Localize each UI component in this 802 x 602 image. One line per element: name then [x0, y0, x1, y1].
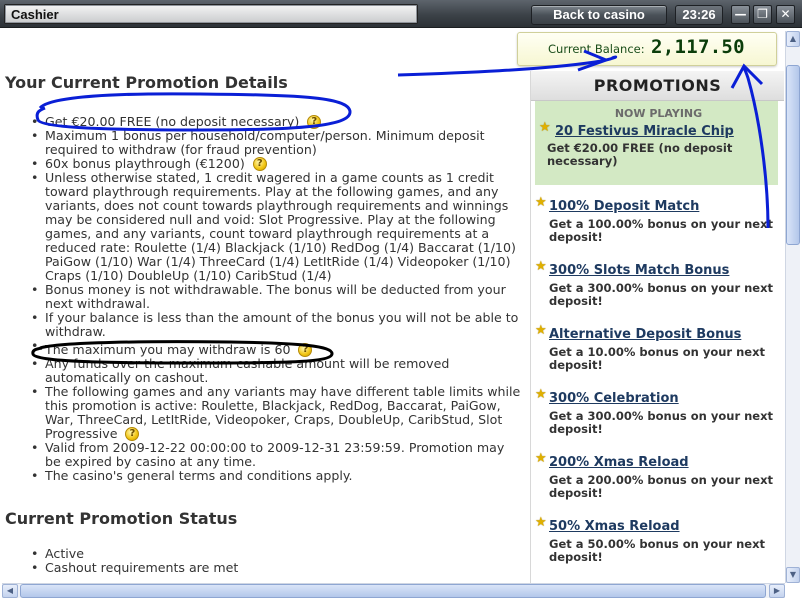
promotion-status-list: Active Cashout requirements are met: [2, 547, 522, 576]
help-icon[interactable]: ?: [252, 157, 267, 171]
promotion-details-list: Get €20.00 FREE (no deposit necessary)? …: [2, 115, 522, 484]
promotion-list: ★ 100% Deposit Match Get a 100.00% bonus o…: [531, 185, 784, 579]
promotion-item: ★ 50% Xmas Reload Get a 50.00% bonus on yo…: [531, 515, 784, 579]
current-promotion-desc: Get €20.00 FREE (no deposit necessary): [547, 141, 733, 168]
detail-item: The maximum you may withdraw is 60?: [2, 339, 522, 357]
promotion-item: ★ Alternative Deposit Bonus Get a 10.00% b…: [531, 323, 784, 387]
promotion-status-heading: Current Promotion Status: [5, 509, 238, 528]
scroll-up-icon[interactable]: ▲: [786, 31, 800, 47]
current-balance-box: Current Balance: 2,117.50: [517, 32, 777, 66]
promotion-title-link[interactable]: 300% Slots Match Bonus: [549, 263, 729, 278]
promotion-item: ★ 300% Slots Match Bonus Get a 300.00% bon…: [531, 259, 784, 323]
promotion-desc: Get a 100.00% bonus on your next deposit…: [549, 217, 774, 244]
clock: 23:26: [675, 5, 723, 25]
promotion-desc: Get a 50.00% bonus on your next deposit!: [549, 537, 766, 564]
detail-item: Valid from 2009-12-22 00:00:00 to 2009-1…: [2, 441, 522, 469]
detail-item: Unless otherwise stated, 1 credit wagere…: [2, 171, 522, 283]
detail-item: 60x bonus playthrough (€1200)?: [2, 157, 522, 171]
promotion-title-link[interactable]: 300% Celebration: [549, 391, 679, 406]
window-title-field: Cashier: [4, 4, 418, 24]
promotions-panel: PROMOTIONS NOW PLAYING ★ 20 Festivus Mir…: [530, 71, 784, 583]
help-icon[interactable]: ?: [298, 343, 313, 357]
star-icon: ★: [535, 259, 547, 274]
vertical-scrollbar[interactable]: ▲ ▼: [785, 31, 800, 583]
balance-value: 2,117.50: [651, 36, 745, 58]
title-bar: Cashier Back to casino 23:26 — ❐ ✕: [0, 0, 802, 28]
detail-item: The casino's general terms and condition…: [2, 469, 522, 484]
star-icon: ★: [539, 120, 551, 135]
promotion-item: ★ 300% Celebration Get a 300.00% bonus on …: [531, 387, 784, 451]
scroll-left-icon[interactable]: ◀: [2, 584, 18, 598]
promotion-desc: Get a 200.00% bonus on your next deposit…: [549, 473, 774, 500]
current-promotion-link[interactable]: 20 Festivus Miracle Chip: [555, 124, 734, 139]
status-item: Active: [2, 547, 522, 562]
detail-item: The following games and any variants may…: [2, 385, 522, 441]
cashier-content: Your Current Promotion Details Get €20.0…: [2, 31, 784, 583]
promotion-item: ★ 200% Xmas Reload Get a 200.00% bonus on …: [531, 451, 784, 515]
promotion-details-heading: Your Current Promotion Details: [5, 73, 288, 92]
detail-item: If your balance is less than the amount …: [2, 311, 522, 339]
vertical-scroll-thumb[interactable]: [786, 65, 800, 245]
detail-item: Bonus money is not withdrawable. The bon…: [2, 283, 522, 311]
close-icon[interactable]: ✕: [776, 5, 795, 24]
promotion-desc: Get a 300.00% bonus on your next deposit…: [549, 409, 774, 436]
help-icon[interactable]: ?: [125, 427, 140, 441]
minimize-icon[interactable]: —: [731, 5, 750, 24]
detail-item: Get €20.00 FREE (no deposit necessary)?: [2, 115, 522, 129]
promotion-title-link[interactable]: Alternative Deposit Bonus: [549, 327, 741, 342]
horizontal-scrollbar[interactable]: ◀ ▶: [2, 583, 785, 598]
help-icon[interactable]: ?: [307, 115, 322, 129]
balance-label: Current Balance:: [548, 42, 645, 56]
promotion-desc: Get a 300.00% bonus on your next deposit…: [549, 281, 774, 308]
star-icon: ★: [535, 323, 547, 338]
promotions-header: PROMOTIONS: [531, 71, 784, 101]
promotion-details-panel: Your Current Promotion Details Get €20.0…: [2, 31, 526, 583]
window-title: Cashier: [11, 7, 59, 22]
restore-icon[interactable]: ❐: [753, 5, 772, 24]
star-icon: ★: [535, 451, 547, 466]
detail-item: Maximum 1 bonus per household/computer/p…: [2, 129, 522, 157]
scroll-down-icon[interactable]: ▼: [786, 567, 800, 583]
status-item: Cashout requirements are met: [2, 561, 522, 576]
horizontal-scroll-thumb[interactable]: [20, 584, 766, 598]
promotion-title-link[interactable]: 50% Xmas Reload: [549, 519, 680, 534]
star-icon: ★: [535, 195, 547, 210]
promotion-title-link[interactable]: 100% Deposit Match: [549, 199, 699, 214]
detail-item: Any funds over the maximum cashable amou…: [2, 357, 522, 385]
star-icon: ★: [535, 515, 547, 530]
now-playing-box: NOW PLAYING ★ 20 Festivus Miracle Chip G…: [535, 101, 778, 185]
now-playing-label: NOW PLAYING: [614, 107, 703, 120]
scroll-right-icon[interactable]: ▶: [769, 584, 785, 598]
back-to-casino-button[interactable]: Back to casino: [531, 5, 667, 25]
star-icon: ★: [535, 387, 547, 402]
promotion-item: ★ 100% Deposit Match Get a 100.00% bonus o…: [531, 195, 784, 259]
promotion-title-link[interactable]: 200% Xmas Reload: [549, 455, 689, 470]
promotion-desc: Get a 10.00% bonus on your next deposit!: [549, 345, 766, 372]
